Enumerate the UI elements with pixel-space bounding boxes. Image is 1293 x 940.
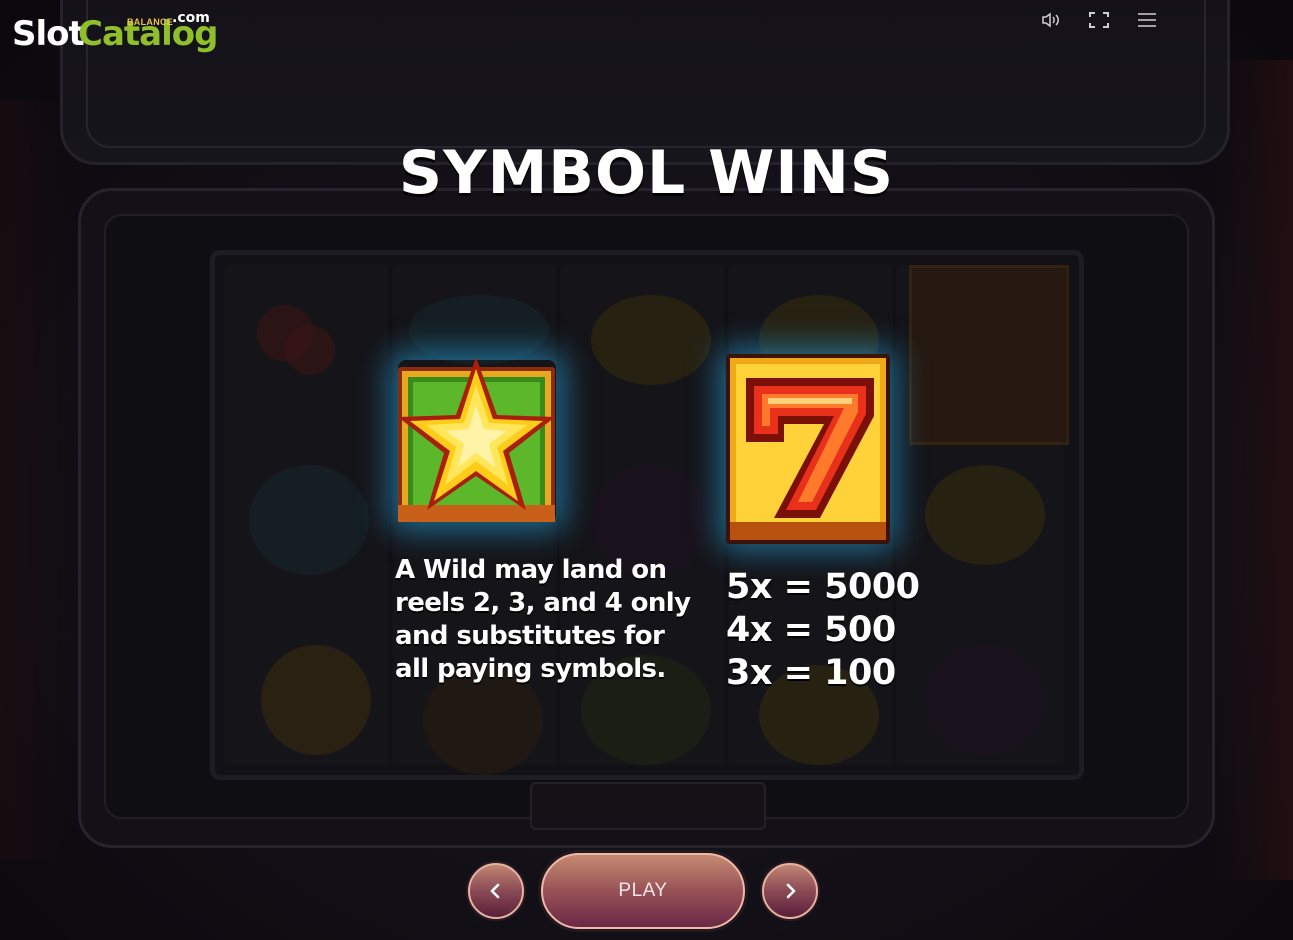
chevron-left-icon (490, 883, 500, 899)
chevron-right-icon (786, 883, 796, 899)
left-edge-glow (0, 100, 70, 860)
reel-window (210, 250, 1084, 780)
seven-payout-table: 5x = 5000 4x = 500 3x = 100 (726, 566, 920, 695)
play-button-label: PLAY (618, 880, 668, 901)
volume-icon[interactable] (1040, 10, 1062, 30)
wild-description: A Wild may land on reels 2, 3, and 4 onl… (395, 554, 705, 686)
dim-overlay (215, 255, 1079, 775)
payout-line: 3x = 100 (726, 653, 896, 693)
wild-description-line: reels 2, 3, and 4 only (395, 588, 691, 618)
wild-description-line: all paying symbols. (395, 654, 666, 684)
next-page-button[interactable] (762, 863, 818, 919)
cabinet-top-inner-frame (86, 0, 1206, 148)
logo-com-text: .com (172, 10, 210, 26)
cabinet-plate (530, 782, 766, 830)
star-wild-icon (395, 355, 558, 525)
seven-icon (724, 352, 892, 546)
slotcatalog-logo: Slot Catalog .com BALANCE (12, 10, 218, 60)
menu-icon[interactable] (1136, 10, 1158, 30)
balance-label: BALANCE (127, 17, 174, 27)
fullscreen-icon[interactable] (1088, 10, 1110, 30)
wild-description-line: A Wild may land on (395, 555, 667, 585)
previous-page-button[interactable] (468, 863, 524, 919)
wild-description-line: and substitutes for (395, 621, 665, 651)
logo-slot-text: Slot (12, 14, 85, 54)
play-button[interactable]: PLAY (541, 853, 745, 929)
payout-line: 4x = 500 (726, 610, 896, 650)
page-title: SYMBOL WINS (398, 138, 895, 208)
payout-line: 5x = 5000 (726, 567, 920, 607)
